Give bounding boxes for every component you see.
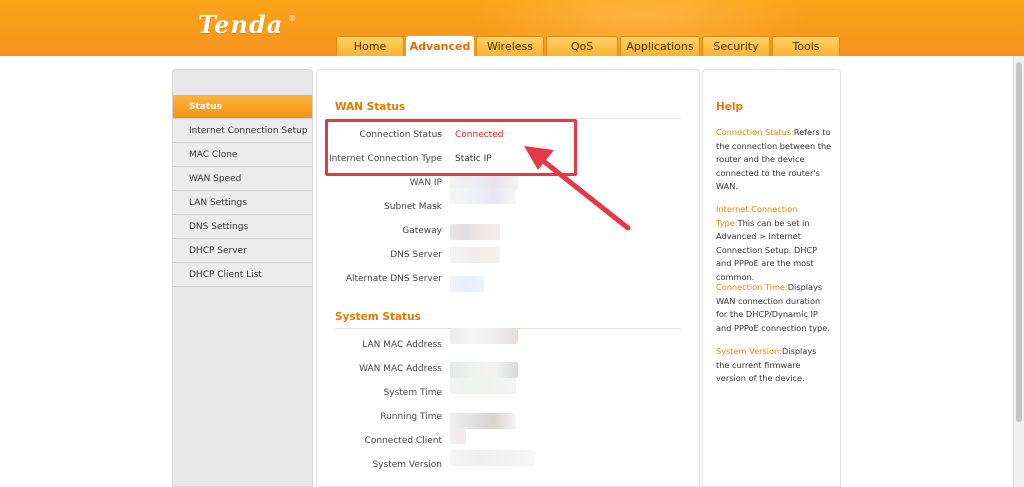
help-panel: Help Connection Status:Refers to the con… xyxy=(702,69,841,487)
help-term: Connection Status: xyxy=(716,127,794,137)
help-entry-system-version: System Version:Displays the current firm… xyxy=(716,345,832,386)
sidebar-item-status[interactable]: Status xyxy=(173,95,312,119)
tab-applications[interactable]: Applications xyxy=(620,36,700,56)
tab-qos[interactable]: QoS xyxy=(546,36,618,56)
system-status-title: System Status xyxy=(335,311,421,323)
tab-security[interactable]: Security xyxy=(702,36,770,56)
top-header: Tenda ® Home Advanced Wireless QoS Appli… xyxy=(0,0,1024,56)
help-entry-connection-time: Connection Time:Displays WAN connection … xyxy=(716,281,832,335)
wan-status-title: WAN Status xyxy=(335,101,406,113)
wan-mac-value-redacted xyxy=(450,362,518,378)
lan-mac-value-redacted xyxy=(450,328,518,344)
system-version-value-redacted xyxy=(450,450,534,466)
help-entry-connection-status: Connection Status:Refers to the connecti… xyxy=(716,126,832,194)
tab-advanced[interactable]: Advanced xyxy=(406,36,474,56)
page-scrollbar[interactable] xyxy=(1013,56,1024,487)
alternate-dns-server-label: Alternate DNS Server xyxy=(345,274,442,284)
running-time-label: Running Time xyxy=(380,412,442,422)
dns-server-value-redacted xyxy=(450,247,500,263)
help-title: Help xyxy=(716,101,744,113)
help-entry-internet-connection-type: Internet Connection Type:This can be set… xyxy=(716,203,832,285)
dns-server-label: DNS Server xyxy=(390,250,442,260)
connected-client-label: Connected Client xyxy=(364,436,442,446)
help-term: System Version: xyxy=(716,346,782,356)
tab-wireless[interactable]: Wireless xyxy=(476,36,544,56)
alternate-dns-value-redacted xyxy=(450,276,484,292)
subnet-mask-value-redacted xyxy=(450,188,516,204)
scrollbar-thumb[interactable] xyxy=(1016,62,1022,422)
wan-mac-address-label: WAN MAC Address xyxy=(359,364,442,374)
subnet-mask-label: Subnet Mask xyxy=(384,202,442,212)
wan-ip-label: WAN IP xyxy=(409,178,442,188)
annotation-arrow-icon xyxy=(524,146,631,231)
system-time-label: System Time xyxy=(383,388,442,398)
connected-client-value-redacted xyxy=(450,428,466,444)
tab-tools[interactable]: Tools xyxy=(772,36,840,56)
gateway-value-redacted xyxy=(450,224,500,240)
help-term: Connection Time: xyxy=(716,282,788,292)
tenda-logo: Tenda xyxy=(198,10,284,39)
running-time-value-redacted xyxy=(450,413,516,429)
lan-mac-address-label: LAN MAC Address xyxy=(362,340,442,350)
tab-home[interactable]: Home xyxy=(336,36,404,56)
registered-mark-icon: ® xyxy=(288,14,296,23)
gateway-label: Gateway xyxy=(402,226,442,236)
system-version-label: System Version xyxy=(372,460,442,470)
system-time-value-redacted xyxy=(450,378,516,394)
